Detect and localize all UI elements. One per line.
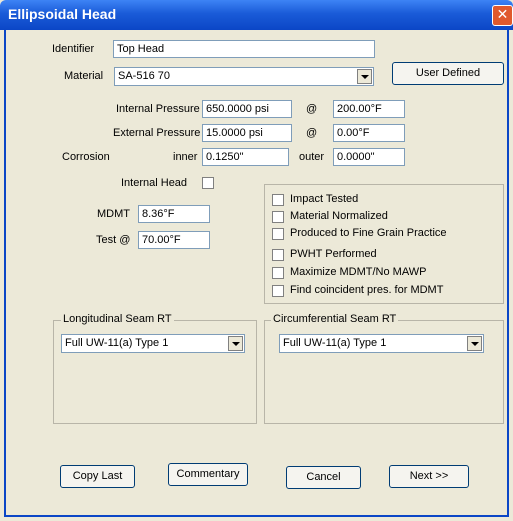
identifier-label: Identifier <box>52 43 95 55</box>
corrosion-label: Corrosion <box>62 151 110 163</box>
internal-head-label: Internal Head <box>121 177 188 189</box>
window-title: Ellipsoidal Head <box>8 6 117 22</box>
circumferential-seam-value: Full UW-11(a) Type 1 <box>283 337 387 349</box>
title-bar[interactable]: Ellipsoidal Head ✕ <box>0 0 513 30</box>
internal-at-label: @ <box>306 103 318 115</box>
ellipsoidal-head-dialog: Ellipsoidal Head ✕ Identifier Top Head M… <box>0 0 513 521</box>
internal-head-checkbox[interactable] <box>202 177 214 189</box>
impact-tested-checkbox[interactable] <box>272 194 284 206</box>
maximize-mdmt-label: Maximize MDMT/No MAWP <box>290 266 427 278</box>
impact-tested-label: Impact Tested <box>290 193 359 205</box>
internal-temperature-input[interactable]: 200.00°F <box>333 100 405 118</box>
fine-grain-practice-label: Produced to Fine Grain Practice <box>290 227 447 239</box>
corrosion-inner-label: inner <box>173 151 198 163</box>
pwht-performed-checkbox[interactable] <box>272 249 284 261</box>
find-coincident-pressure-label: Find coincident pres. for MDMT <box>290 284 444 296</box>
chevron-down-icon[interactable] <box>228 336 243 351</box>
copy-last-button[interactable]: Copy Last <box>60 465 135 488</box>
pwht-performed-label: PWHT Performed <box>290 248 377 260</box>
test-label: Test @ <box>96 234 131 246</box>
commentary-button[interactable]: Commentary <box>168 463 248 486</box>
external-at-label: @ <box>306 127 318 139</box>
material-normalized-label: Material Normalized <box>290 210 388 222</box>
material-label: Material <box>64 70 104 82</box>
internal-pressure-input[interactable]: 650.0000 psi <box>202 100 292 118</box>
longitudinal-seam-select[interactable]: Full UW-11(a) Type 1 <box>61 334 245 353</box>
user-defined-button[interactable]: User Defined <box>392 62 504 85</box>
corrosion-inner-input[interactable]: 0.1250" <box>202 148 289 166</box>
mdmt-label: MDMT <box>97 208 130 220</box>
test-temperature-input[interactable]: 70.00°F <box>138 231 210 249</box>
maximize-mdmt-checkbox[interactable] <box>272 267 284 279</box>
close-button[interactable]: ✕ <box>492 5 513 26</box>
mdmt-input[interactable]: 8.36°F <box>138 205 210 223</box>
circumferential-seam-label: Circumferential Seam RT <box>271 313 399 325</box>
corrosion-outer-label: outer <box>299 151 325 163</box>
cancel-button[interactable]: Cancel <box>286 466 361 489</box>
identifier-input[interactable]: Top Head <box>113 40 375 58</box>
internal-pressure-label: Internal Pressure <box>116 103 200 115</box>
circumferential-seam-select[interactable]: Full UW-11(a) Type 1 <box>279 334 484 353</box>
fine-grain-practice-checkbox[interactable] <box>272 228 284 240</box>
external-temperature-input[interactable]: 0.00°F <box>333 124 405 142</box>
material-value: SA-516 70 <box>118 70 170 82</box>
external-pressure-input[interactable]: 15.0000 psi <box>202 124 292 142</box>
longitudinal-seam-value: Full UW-11(a) Type 1 <box>65 337 169 349</box>
chevron-down-icon[interactable] <box>357 69 372 84</box>
chevron-down-icon[interactable] <box>467 336 482 351</box>
longitudinal-seam-label: Longitudinal Seam RT <box>61 313 174 325</box>
corrosion-outer-input[interactable]: 0.0000" <box>333 148 405 166</box>
external-pressure-label: External Pressure <box>113 127 201 139</box>
material-normalized-checkbox[interactable] <box>272 211 284 223</box>
next-button[interactable]: Next >> <box>389 465 469 488</box>
material-select[interactable]: SA-516 70 <box>114 67 374 86</box>
find-coincident-pressure-checkbox[interactable] <box>272 285 284 297</box>
